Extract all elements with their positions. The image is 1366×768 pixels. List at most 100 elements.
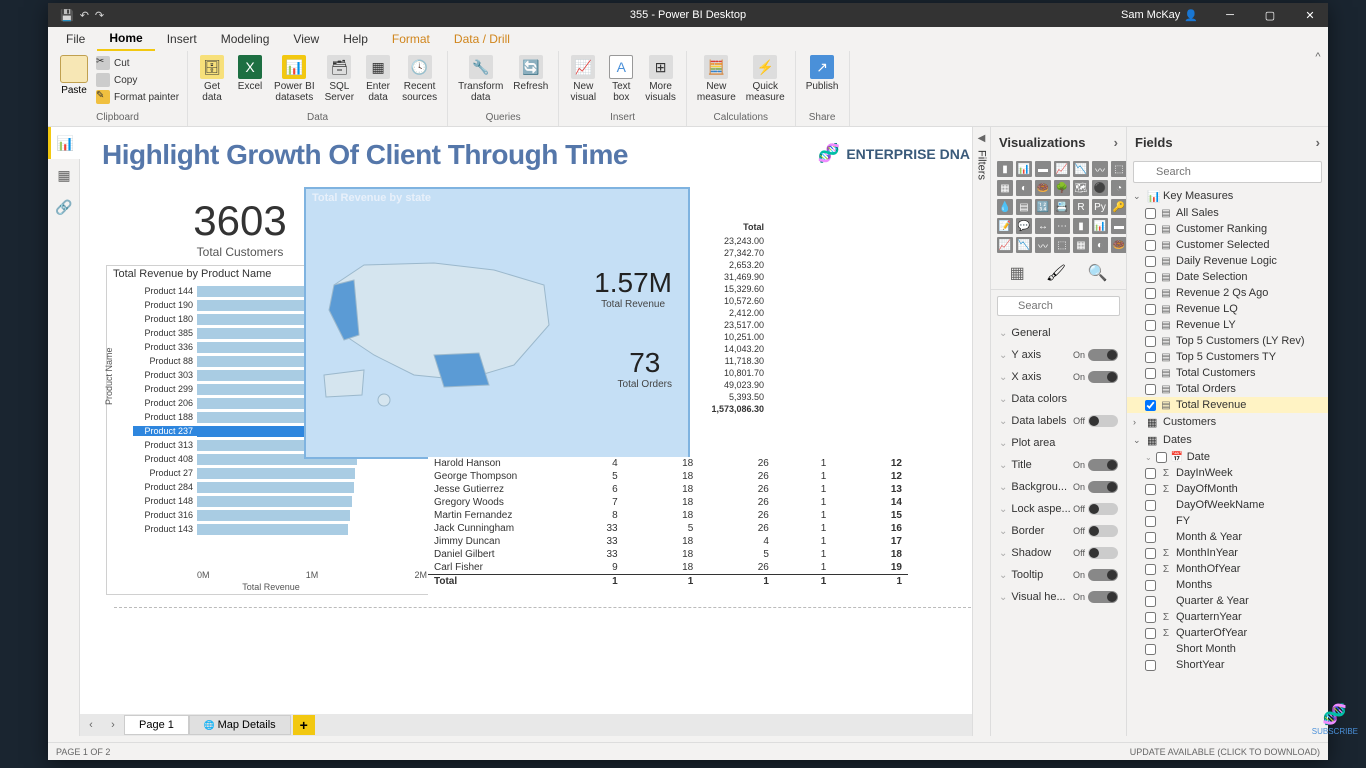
sql-server-button[interactable]: 🗃SQL Server — [321, 53, 358, 105]
fields-field[interactable]: ΣDayOfMonth — [1127, 481, 1328, 497]
viz-type-button[interactable]: 📉 — [1073, 161, 1089, 177]
viz-type-button[interactable]: ◐ — [1016, 180, 1032, 196]
fields-field[interactable]: ▤Daily Revenue Logic — [1127, 253, 1328, 269]
viz-type-button[interactable]: 💧 — [997, 199, 1013, 215]
quick-measure-button[interactable]: ⚡Quick measure — [742, 53, 789, 105]
redo-icon[interactable]: ↷ — [95, 9, 104, 22]
recent-sources-button[interactable]: 🕓Recent sources — [398, 53, 441, 105]
collapse-fields-button[interactable]: › — [1316, 135, 1320, 150]
undo-icon[interactable]: ↶ — [80, 9, 89, 22]
fields-field[interactable]: ΣQuarternYear — [1127, 609, 1328, 625]
format-section[interactable]: ⌄Y axisOn — [991, 344, 1126, 366]
viz-type-button[interactable]: 〰 — [1092, 161, 1108, 177]
fields-field[interactable]: ▤Top 5 Customers TY — [1127, 349, 1328, 365]
viz-type-button[interactable]: ▮ — [997, 161, 1013, 177]
format-tab-button[interactable]: 🖌 — [1046, 263, 1066, 283]
format-section[interactable]: ⌄Data labelsOff — [991, 410, 1126, 432]
viz-type-button[interactable]: 📈 — [997, 237, 1013, 253]
prev-page-button[interactable]: ‹ — [80, 714, 102, 736]
collapse-viz-button[interactable]: › — [1114, 135, 1118, 150]
map-visual[interactable]: Total Revenue by state 1.57MTotal Revenu… — [304, 187, 690, 459]
fields-table[interactable]: ›▦Customers — [1127, 413, 1328, 431]
viz-type-button[interactable]: 💬 — [1016, 218, 1032, 234]
update-available-link[interactable]: UPDATE AVAILABLE (CLICK TO DOWNLOAD) — [1130, 747, 1320, 757]
viz-type-button[interactable]: ▦ — [997, 180, 1013, 196]
analytics-tab-button[interactable]: 🔍 — [1087, 263, 1107, 283]
viz-type-button[interactable]: ▬ — [1035, 161, 1051, 177]
table-row[interactable]: Harold Hanson41826112 — [428, 457, 908, 470]
viz-type-button[interactable]: ⬚ — [1054, 237, 1070, 253]
publish-button[interactable]: ↗Publish — [802, 53, 843, 94]
fields-field[interactable]: ▤Customer Selected — [1127, 237, 1328, 253]
bar-row[interactable]: Product 148 — [133, 494, 427, 508]
bar-row[interactable]: Product 284 — [133, 480, 427, 494]
format-section[interactable]: ⌄Data colors — [991, 388, 1126, 410]
fields-field[interactable]: ▤Revenue LY — [1127, 317, 1328, 333]
viz-type-button[interactable]: ⚫ — [1092, 180, 1108, 196]
fields-field[interactable]: ΣMonthOfYear — [1127, 561, 1328, 577]
collapse-ribbon-button[interactable]: ^ — [1308, 51, 1328, 126]
viz-type-button[interactable]: ▬ — [1111, 218, 1126, 234]
viz-type-button[interactable]: 📉 — [1016, 237, 1032, 253]
model-view-button[interactable]: 🔗 — [48, 191, 80, 223]
viz-type-button[interactable]: ▦ — [1073, 237, 1089, 253]
table-row[interactable]: Daniel Gilbert33185118 — [428, 548, 908, 561]
fields-field[interactable]: ▤Customer Ranking — [1127, 221, 1328, 237]
format-section[interactable]: ⌄Lock aspe...Off — [991, 498, 1126, 520]
viz-type-button[interactable]: R — [1073, 199, 1089, 215]
menu-file[interactable]: File — [54, 28, 97, 50]
fields-field[interactable]: Short Month — [1127, 641, 1328, 657]
viz-type-button[interactable]: Py — [1092, 199, 1108, 215]
format-section[interactable]: ⌄X axisOn — [991, 366, 1126, 388]
viz-type-button[interactable]: ▮ — [1073, 218, 1089, 234]
viz-type-button[interactable]: 📈 — [1054, 161, 1070, 177]
toggle[interactable] — [1088, 591, 1118, 603]
fields-field[interactable]: FY — [1127, 513, 1328, 529]
toggle[interactable] — [1088, 371, 1118, 383]
minimize-button[interactable]: ─ — [1212, 3, 1248, 27]
table-row[interactable]: Jimmy Duncan33184117 — [428, 535, 908, 548]
data-view-button[interactable]: ▦ — [48, 159, 80, 191]
menu-view[interactable]: View — [281, 28, 331, 50]
viz-type-button[interactable]: 📝 — [997, 218, 1013, 234]
bar-row[interactable]: Product 316 — [133, 508, 427, 522]
fields-field[interactable]: Month & Year — [1127, 529, 1328, 545]
toggle[interactable] — [1088, 481, 1118, 493]
menu-home[interactable]: Home — [97, 27, 154, 51]
toggle[interactable] — [1088, 525, 1118, 537]
toggle[interactable] — [1088, 503, 1118, 515]
table-row[interactable]: Jack Cunningham33526116 — [428, 522, 908, 535]
bar-row[interactable]: Product 27 — [133, 466, 427, 480]
tab-page-1[interactable]: Page 1 — [124, 715, 189, 735]
viz-type-button[interactable]: 🔑 — [1111, 199, 1126, 215]
fields-field[interactable]: ▤Total Orders — [1127, 381, 1328, 397]
new-visual-button[interactable]: 📈New visual — [565, 53, 601, 105]
viz-type-button[interactable]: 🌳 — [1054, 180, 1070, 196]
format-section[interactable]: ⌄General — [991, 322, 1126, 344]
close-button[interactable]: ✕ — [1292, 3, 1328, 27]
tab-map-details[interactable]: Map Details — [189, 715, 291, 735]
user-account[interactable]: Sam McKay👤 — [1121, 9, 1198, 22]
fields-field[interactable]: ▤Revenue LQ — [1127, 301, 1328, 317]
cut-button[interactable]: ✂Cut — [94, 55, 181, 71]
next-page-button[interactable]: › — [102, 714, 124, 736]
fields-field[interactable]: ▤Total Customers — [1127, 365, 1328, 381]
viz-type-button[interactable]: 🗺 — [1073, 180, 1089, 196]
menu-insert[interactable]: Insert — [155, 28, 209, 50]
fields-table[interactable]: ⌄📊Key Measures — [1127, 187, 1328, 205]
report-view-button[interactable]: 📊 — [48, 127, 80, 159]
save-icon[interactable]: 💾 — [60, 9, 74, 22]
table-row[interactable]: Gregory Woods71826114 — [428, 496, 908, 509]
add-page-button[interactable]: + — [293, 715, 315, 735]
format-section[interactable]: ⌄BorderOff — [991, 520, 1126, 542]
viz-type-button[interactable]: 🍩 — [1035, 180, 1051, 196]
format-painter-button[interactable]: ✎Format painter — [94, 89, 181, 105]
fields-field[interactable]: ShortYear — [1127, 657, 1328, 673]
format-search-input[interactable] — [997, 296, 1120, 316]
viz-type-button[interactable]: 〰 — [1035, 237, 1051, 253]
viz-type-button[interactable]: ↔ — [1035, 218, 1051, 234]
fields-field[interactable]: ΣMonthInYear — [1127, 545, 1328, 561]
fields-field[interactable]: ▤All Sales — [1127, 205, 1328, 221]
fields-field[interactable]: Months — [1127, 577, 1328, 593]
menu-datadrill[interactable]: Data / Drill — [442, 28, 522, 50]
